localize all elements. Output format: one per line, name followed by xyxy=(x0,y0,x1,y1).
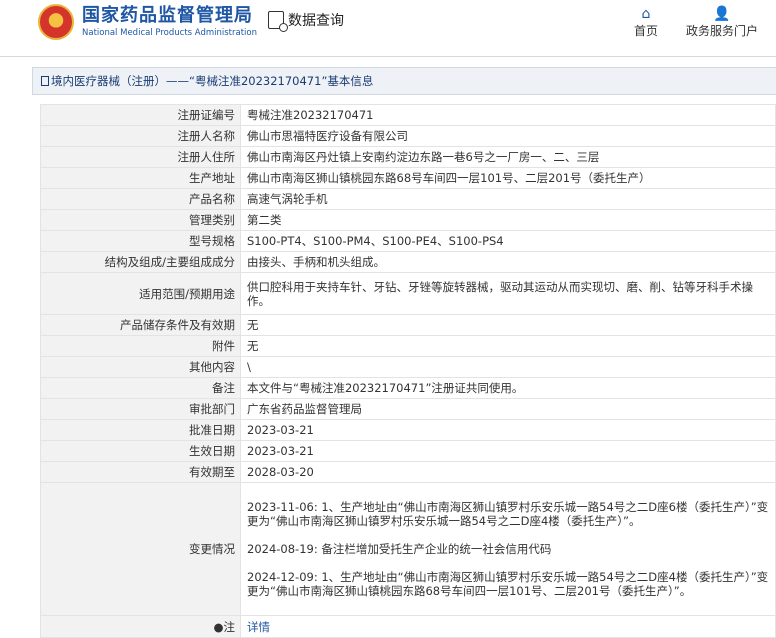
row-value: 2023-03-21 xyxy=(240,419,776,441)
row-label: 备注 xyxy=(40,377,241,399)
registration-detail-table: 注册证编号 粤械注准20232170471 注册人名称 佛山市思福特医疗设备有限公司注… xyxy=(40,104,776,638)
row-label: 注册人住所 xyxy=(40,146,241,168)
table-row: 有效期至 2028-03-20 xyxy=(40,461,776,483)
row-label: 产品名称 xyxy=(40,188,241,210)
home-icon: ⌂ xyxy=(641,6,651,22)
row-label: 有效期至 xyxy=(40,461,241,483)
row-value: 佛山市思福特医疗设备有限公司 xyxy=(240,125,776,147)
row-value: 第二类 xyxy=(240,209,776,231)
row-value: 无 xyxy=(240,335,776,357)
note-label-cell: ●注 xyxy=(40,615,241,638)
nav-services-label: 政务服务门户 xyxy=(685,24,758,38)
row-label: 适用范围/预期用途 xyxy=(40,272,241,315)
row-value: 佛山市南海区狮山镇桃园东路68号车间四一层101号、二层201号（委托生产） xyxy=(240,167,776,189)
table-row: 型号规格 S100-PT4、S100-PM4、S100-PE4、S100-PS4 xyxy=(40,230,776,252)
row-label: 型号规格 xyxy=(40,230,241,252)
row-value: 2023-03-21 xyxy=(240,440,776,462)
table-row: 产品名称 高速气涡轮手机 xyxy=(40,188,776,210)
document-icon xyxy=(41,76,49,86)
details-link[interactable]: 详情 xyxy=(247,620,270,634)
change-entry: 2024-08-19: 备注栏增加受托生产企业的统一社会信用代码 xyxy=(247,542,552,556)
table-row-note: ●注 详情 xyxy=(40,615,776,638)
data-query-label: 数据查询 xyxy=(288,13,344,29)
note-label: 注 xyxy=(223,619,236,634)
breadcrumb-section[interactable]: 境内医疗器械（注册） xyxy=(51,74,166,88)
row-label: 产品储存条件及有效期 xyxy=(40,314,241,336)
nav-home[interactable]: ⌂ 首页 xyxy=(633,6,659,39)
row-label: 结构及组成/主要组成成分 xyxy=(40,251,241,273)
row-label: 注册证编号 xyxy=(40,104,241,126)
table-row: 注册人名称 佛山市思福特医疗设备有限公司 xyxy=(40,125,776,147)
breadcrumb: 境内医疗器械（注册）——“粤械注准20232170471”基本信息 xyxy=(32,67,776,95)
row-label: 附件 xyxy=(40,335,241,357)
table-row: 注册人住所 佛山市南海区丹灶镇上安南约淀边东路一巷6号之一厂房一、二、三层 xyxy=(40,146,776,168)
change-entry: 2023-11-06: 1、生产地址由“佛山市南海区狮山镇罗村乐安乐城一路54号… xyxy=(247,500,769,528)
table-row: 批准日期 2023-03-21 xyxy=(40,419,776,441)
table-row: 生产地址 佛山市南海区狮山镇桃园东路68号车间四一层101号、二层201号（委托生… xyxy=(40,167,776,189)
row-value: 无 xyxy=(240,314,776,336)
row-value: 供口腔科用于夹持车针、牙钻、牙锉等旋转器械，驱动其运动从而实现切、磨、削、钻等牙… xyxy=(240,272,776,315)
row-label: 注册人名称 xyxy=(40,125,241,147)
row-value: S100-PT4、S100-PM4、S100-PE4、S100-PS4 xyxy=(240,230,776,252)
national-emblem-icon xyxy=(38,4,74,40)
row-value: 粤械注准20232170471 xyxy=(240,104,776,126)
table-row: 生效日期 2023-03-21 xyxy=(40,440,776,462)
table-row: 管理类别 第二类 xyxy=(40,209,776,231)
row-label: 生效日期 xyxy=(40,440,241,462)
row-label: 变更情况 xyxy=(40,482,241,616)
row-value: 广东省药品监督管理局 xyxy=(240,398,776,420)
logo-title-en: National Medical Products Administration xyxy=(82,28,257,38)
table-row: 注册证编号 粤械注准20232170471 xyxy=(40,104,776,126)
changes-history: 2023-11-06: 1、生产地址由“佛山市南海区狮山镇罗村乐安乐城一路54号… xyxy=(240,482,776,616)
nav-home-label: 首页 xyxy=(633,24,658,38)
row-value: 由接头、手柄和机头组成。 xyxy=(240,251,776,273)
user-icon: 👤 xyxy=(713,6,731,22)
table-row: 附件无 xyxy=(40,335,776,357)
logo-title-cn: 国家药品监督管理局 xyxy=(82,5,253,26)
row-value: 2028-03-20 xyxy=(240,461,776,483)
table-row: 其他内容 \ xyxy=(40,356,776,378)
table-row: 适用范围/预期用途 供口腔科用于夹持车针、牙钻、牙锉等旋转器械，驱动其运动从而实现… xyxy=(40,272,776,315)
main-content: 境内医疗器械（注册）——“粤械注准20232170471”基本信息 注册证编号粤… xyxy=(32,67,776,638)
row-value: 本文件与“粤械注准20232170471”注册证共同使用。 xyxy=(240,377,776,399)
data-search-icon xyxy=(268,11,288,32)
row-label: 批准日期 xyxy=(40,419,241,441)
site-logo[interactable]: 国家药品监督管理局 National Medical Products Admi… xyxy=(38,4,257,40)
table-row: 审批部门 广东省药品监督管理局 xyxy=(40,398,776,420)
row-label: 管理类别 xyxy=(40,209,241,231)
row-value: 高速气涡轮手机 xyxy=(240,188,776,210)
breadcrumb-record: “粤械注准20232170471”基本信息 xyxy=(189,74,374,88)
change-entry: 2024-12-09: 1、生产地址由“佛山市南海区狮山镇罗村乐安乐城一路54号… xyxy=(247,570,769,598)
note-value-cell: 详情 xyxy=(240,615,776,638)
table-row: 结构及组成/主要组成成分 由接头、手柄和机头组成。 xyxy=(40,251,776,273)
location-pin-icon: ● xyxy=(213,619,224,634)
nav-government-services[interactable]: 👤 政务服务门户 xyxy=(684,6,760,39)
row-label: 生产地址 xyxy=(40,167,241,189)
table-row-changes: 变更情况 2023-11-06: 1、生产地址由“佛山市南海区狮山镇罗村乐安乐城… xyxy=(40,482,776,616)
data-query-heading: 数据查询 xyxy=(268,10,344,32)
row-value: 佛山市南海区丹灶镇上安南约淀边东路一巷6号之一厂房一、二、三层 xyxy=(240,146,776,168)
row-label: 审批部门 xyxy=(40,398,241,420)
site-header: 国家药品监督管理局 National Medical Products Admi… xyxy=(0,0,776,57)
table-row: 产品储存条件及有效期无 xyxy=(40,314,776,336)
row-value: \ xyxy=(240,356,776,378)
row-label: 其他内容 xyxy=(40,356,241,378)
breadcrumb-separator: —— xyxy=(166,74,189,88)
table-row: 备注 本文件与“粤械注准20232170471”注册证共同使用。 xyxy=(40,377,776,399)
